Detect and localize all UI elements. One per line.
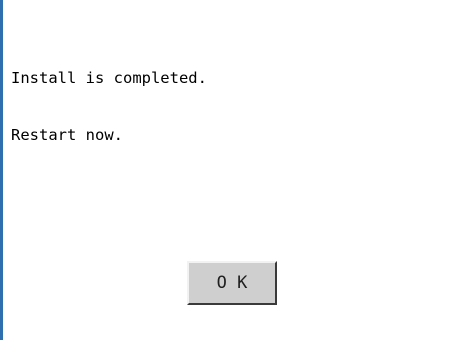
message-line-2: Restart now. [11, 126, 123, 144]
ok-button-label: O K [216, 273, 248, 293]
ok-button[interactable]: O K [187, 261, 277, 305]
install-complete-screen: Install is completed. Restart now. O K [0, 0, 454, 340]
left-frame-border [0, 0, 3, 340]
status-message: Install is completed. Restart now. [11, 31, 207, 183]
message-line-1: Install is completed. [11, 69, 207, 87]
